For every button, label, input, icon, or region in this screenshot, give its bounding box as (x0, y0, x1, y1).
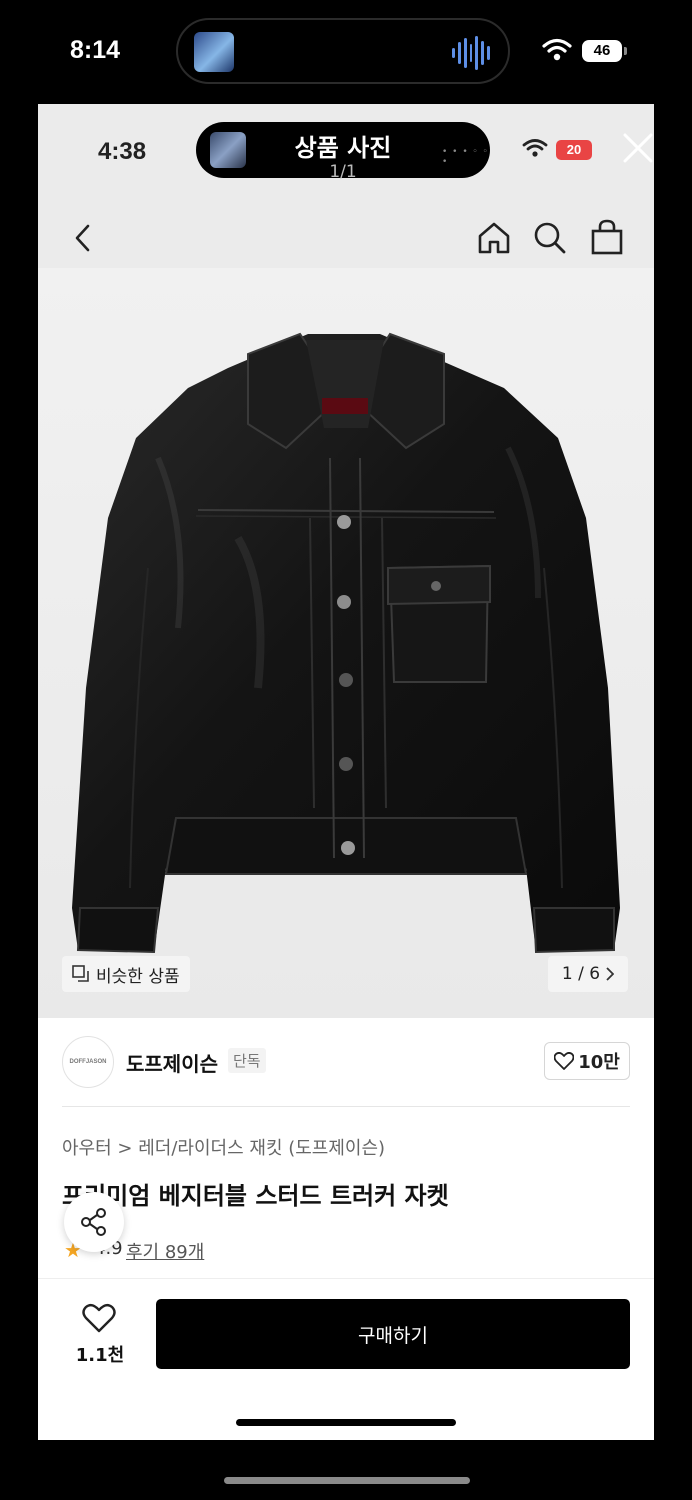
similar-products-label: 비슷한 상품 (96, 966, 180, 987)
inner-status-time: 4:38 (98, 138, 147, 165)
copy-icon (72, 965, 89, 982)
breadcrumb-subcategory[interactable]: 레더/라이더스 재킷 (도프제이슨) (138, 1138, 385, 1159)
now-playing-artwork (194, 32, 234, 72)
inner-battery-indicator: 20 (556, 140, 592, 160)
pill-dots: • • • ◦ ◦ • (442, 147, 489, 167)
share-button[interactable] (64, 1192, 124, 1252)
heart-icon (554, 1052, 575, 1070)
inner-screenshot: 4:38 상품 사진 1/1 • • • ◦ ◦ • 20 비슷한 상품 1 /… (38, 104, 654, 1440)
exclusive-badge: 단독 (228, 1048, 266, 1073)
breadcrumb-category[interactable]: 아우터 (62, 1138, 112, 1159)
chevron-right-icon (606, 967, 615, 981)
brand-logo[interactable]: DOFFJASON (62, 1036, 114, 1088)
product-image-carousel[interactable]: 비슷한 상품 1 / 6 (38, 268, 654, 1018)
inner-wifi-icon (522, 139, 548, 157)
wishlist-heart-icon[interactable] (82, 1303, 116, 1333)
home-indicator (236, 1419, 456, 1426)
reviews-link[interactable]: 후기 89개 (126, 1238, 204, 1264)
dynamic-island[interactable] (176, 18, 510, 84)
outer-home-indicator (224, 1477, 470, 1484)
brand-like-button[interactable]: 10만 (544, 1042, 630, 1080)
bottom-action-bar: 1.1천 구매하기 (38, 1278, 654, 1440)
search-icon[interactable] (532, 220, 568, 256)
wifi-icon (542, 38, 572, 61)
shopping-bag-icon[interactable] (590, 218, 624, 256)
audio-waveform-icon (452, 35, 491, 71)
battery-indicator: 46 (582, 40, 622, 62)
buy-button[interactable]: 구매하기 (156, 1299, 630, 1369)
similar-products-button[interactable]: 비슷한 상품 (62, 956, 190, 992)
chevron-right-icon: > (117, 1138, 139, 1159)
divider (62, 1106, 630, 1107)
wishlist-count: 1.1천 (75, 1345, 125, 1366)
image-page-indicator[interactable]: 1 / 6 (548, 956, 628, 992)
close-icon[interactable] (622, 132, 654, 164)
home-icon[interactable] (476, 220, 512, 256)
image-counter: 1 / 6 (561, 964, 601, 984)
share-icon (81, 1208, 106, 1236)
back-arrow-icon[interactable] (72, 222, 94, 254)
leather-jacket-image (72, 332, 620, 954)
brand-name[interactable]: 도프제이슨 (126, 1048, 218, 1077)
brand-like-count: 10만 (578, 1052, 620, 1073)
product-title: 프리미엄 베지터블 스터드 트러커 자켓 (62, 1182, 449, 1210)
breadcrumb[interactable]: 아우터 > 레더/라이더스 재킷 (도프제이슨) (62, 1134, 385, 1160)
battery-cap (624, 47, 627, 55)
outer-status-time: 8:14 (70, 36, 121, 64)
media-viewer-pill: 상품 사진 1/1 • • • ◦ ◦ • (196, 122, 490, 182)
